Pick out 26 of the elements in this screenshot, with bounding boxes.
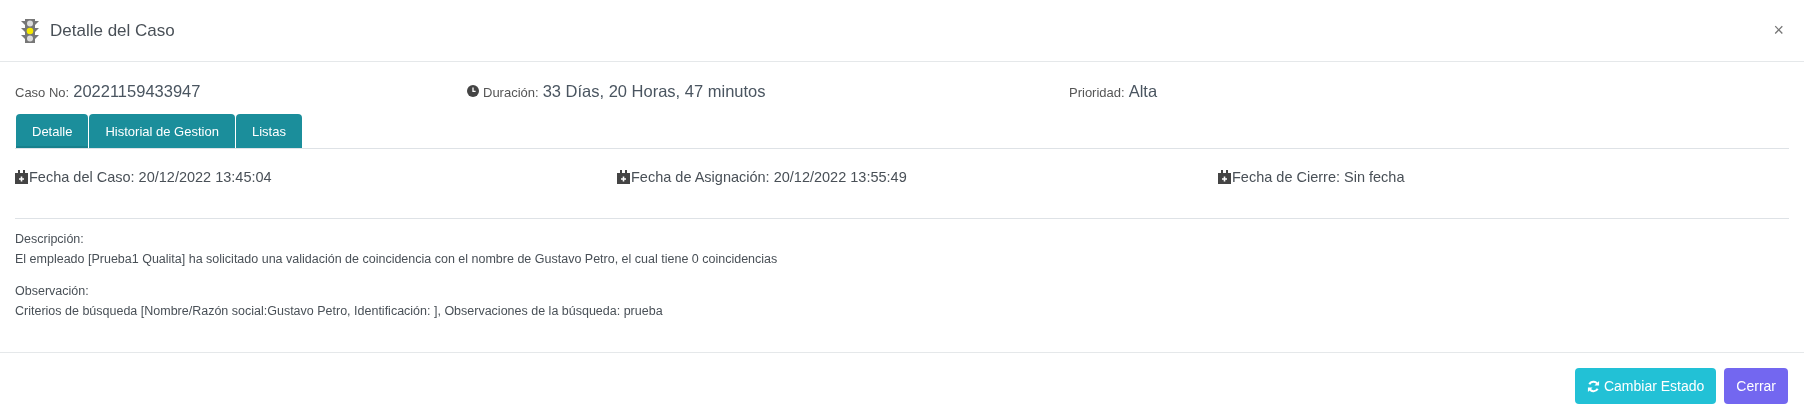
section-label: Descripción: xyxy=(15,231,85,248)
tab[interactable]: Listas xyxy=(235,114,302,148)
section-text: El empleado [Prueba1 Qualita] ha solicitado una validación de coincidencia con el nombre de Gustavo Petro, el cual tiene 0 coincidencias xyxy=(15,251,779,268)
close-button[interactable]: Cerrar xyxy=(1724,368,1788,404)
refresh-icon xyxy=(1586,379,1600,393)
calendar-plus-icon xyxy=(617,170,630,184)
traffic-light-icon xyxy=(20,16,40,45)
date-text: Fecha del Caso: 20/12/2022 13:45:04 xyxy=(29,169,272,185)
info-value: Alta xyxy=(1128,81,1158,101)
info-value: 33 Días, 20 Horas, 47 minutos xyxy=(542,81,766,101)
section-text: Criterios de búsqueda [Nombre/Razón social:Gustavo Petro, Identificación: ], Observaciones de la búsqueda: prueba xyxy=(15,303,664,320)
date-text: Fecha de Asignación: 20/12/2022 13:55:49 xyxy=(631,169,907,185)
close-button[interactable]: × xyxy=(1773,20,1784,41)
tab[interactable]: Historial de Gestion xyxy=(89,114,235,148)
calendar-plus-icon xyxy=(1218,170,1231,184)
info-label: Duración: xyxy=(483,84,539,100)
modal-title: Detalle del Caso xyxy=(50,20,175,41)
date-text: Fecha de Cierre: Sin fecha xyxy=(1232,169,1405,185)
calendar-plus-icon xyxy=(15,170,28,184)
section-label: Observación: xyxy=(15,283,90,300)
tab[interactable]: Detalle xyxy=(16,114,89,148)
info-label: Caso No: xyxy=(15,84,70,100)
change-status-button[interactable]: Cambiar Estado xyxy=(1574,368,1717,404)
clock-icon xyxy=(467,85,479,97)
info-label: Prioridad: xyxy=(1069,84,1125,100)
info-value: 20221159433947 xyxy=(73,81,201,101)
